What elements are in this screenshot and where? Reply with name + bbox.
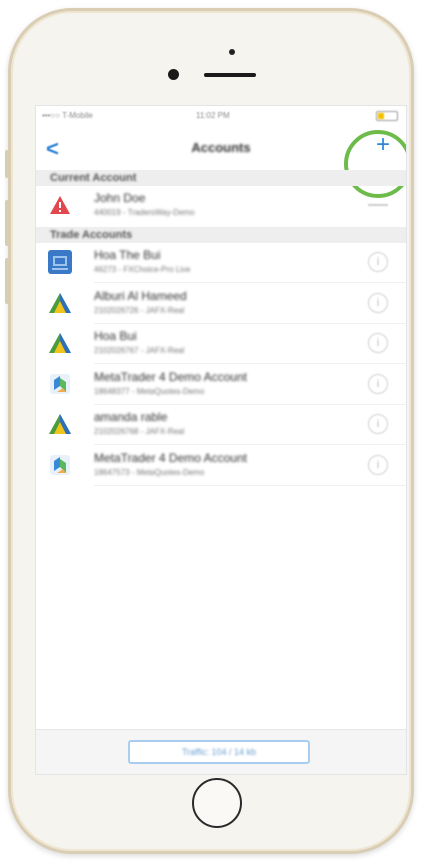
proximity-sensor bbox=[229, 49, 235, 55]
front-camera bbox=[168, 69, 179, 80]
account-name: Alburi Al Hameed bbox=[94, 288, 187, 303]
trade-account-row[interactable]: amanda rable 2102026768 - JAFX-Real i bbox=[36, 405, 406, 445]
metaquotes-icon bbox=[48, 372, 72, 396]
account-name: amanda rable bbox=[94, 410, 168, 424]
volume-up-button bbox=[5, 200, 9, 246]
info-icon[interactable]: i bbox=[368, 454, 388, 475]
account-detail: 18647573 - MetaQuotes-Demo bbox=[94, 467, 205, 477]
trade-account-row[interactable]: MetaTrader 4 Demo Account 18648377 - Meta… bbox=[36, 365, 406, 405]
account-detail: 2102026768 - JAFX-Real bbox=[94, 427, 185, 436]
account-name: Hoa The Bui bbox=[94, 248, 161, 262]
navigation-bar: < Accounts + bbox=[36, 126, 406, 198]
traffic-button[interactable]: Traffic: 104 / 14 kb bbox=[128, 740, 310, 764]
trade-account-row[interactable]: MetaTrader 4 Demo Account 18647573 - Meta… bbox=[36, 446, 406, 486]
battery-icon bbox=[376, 111, 398, 121]
trade-account-row[interactable]: Hoa The Bui 46273 - FXChoice-Pro Live i bbox=[36, 243, 406, 283]
status-time: 11:02 PM bbox=[196, 111, 230, 120]
volume-down-button bbox=[5, 258, 9, 304]
blue-broker-icon bbox=[48, 250, 72, 274]
jafx-triangle-icon bbox=[48, 291, 72, 315]
info-icon[interactable]: i bbox=[368, 292, 388, 313]
info-icon[interactable]: i bbox=[368, 333, 388, 353]
jafx-triangle-icon bbox=[48, 412, 72, 436]
account-detail: 440019 - TradersWay-Demo bbox=[94, 208, 195, 217]
section-header-trade: Trade Accounts bbox=[36, 227, 406, 243]
account-detail: 46273 - FXChoice-Pro Live bbox=[94, 265, 191, 274]
carrier-label: •••○○ T-Mobile bbox=[42, 111, 93, 120]
warning-red-icon bbox=[48, 193, 72, 217]
account-name: MetaTrader 4 Demo Account bbox=[94, 450, 247, 465]
app-screen: •••○○ T-Mobile 11:02 PM < Accounts + Cur… bbox=[35, 105, 407, 775]
metaquotes-icon bbox=[48, 453, 72, 477]
footer-toolbar: Traffic: 104 / 14 kb bbox=[36, 729, 406, 774]
earpiece-speaker bbox=[204, 73, 256, 77]
active-indicator bbox=[368, 204, 388, 206]
mute-switch bbox=[5, 150, 9, 178]
account-detail: 18648377 - MetaQuotes-Demo bbox=[94, 386, 205, 396]
section-header-current: Current Account bbox=[36, 170, 406, 186]
info-icon[interactable]: i bbox=[368, 373, 388, 394]
account-name: MetaTrader 4 Demo Account bbox=[94, 369, 247, 384]
home-button[interactable] bbox=[192, 778, 242, 828]
info-icon[interactable]: i bbox=[368, 414, 388, 434]
account-name: John Doe bbox=[94, 191, 146, 205]
trade-account-row[interactable]: Alburi Al Hameed 2102026726 - JAFX-Real i bbox=[36, 284, 406, 324]
account-name: Hoa Bui bbox=[94, 329, 137, 343]
info-icon[interactable]: i bbox=[368, 252, 388, 272]
account-detail: 2102026767 - JAFX-Real bbox=[94, 346, 185, 355]
jafx-triangle-icon bbox=[48, 331, 72, 355]
status-bar: •••○○ T-Mobile 11:02 PM bbox=[36, 106, 406, 126]
traffic-label: Traffic: 104 / 14 kb bbox=[181, 747, 257, 757]
section-header-label: Trade Accounts bbox=[50, 229, 133, 241]
account-detail: 2102026726 - JAFX-Real bbox=[94, 305, 185, 315]
section-header-label: Current Account bbox=[50, 172, 137, 184]
current-account-row[interactable]: John Doe 440019 - TradersWay-Demo bbox=[36, 186, 406, 226]
row-divider bbox=[94, 484, 406, 486]
trade-account-row[interactable]: Hoa Bui 2102026767 - JAFX-Real i bbox=[36, 324, 406, 364]
